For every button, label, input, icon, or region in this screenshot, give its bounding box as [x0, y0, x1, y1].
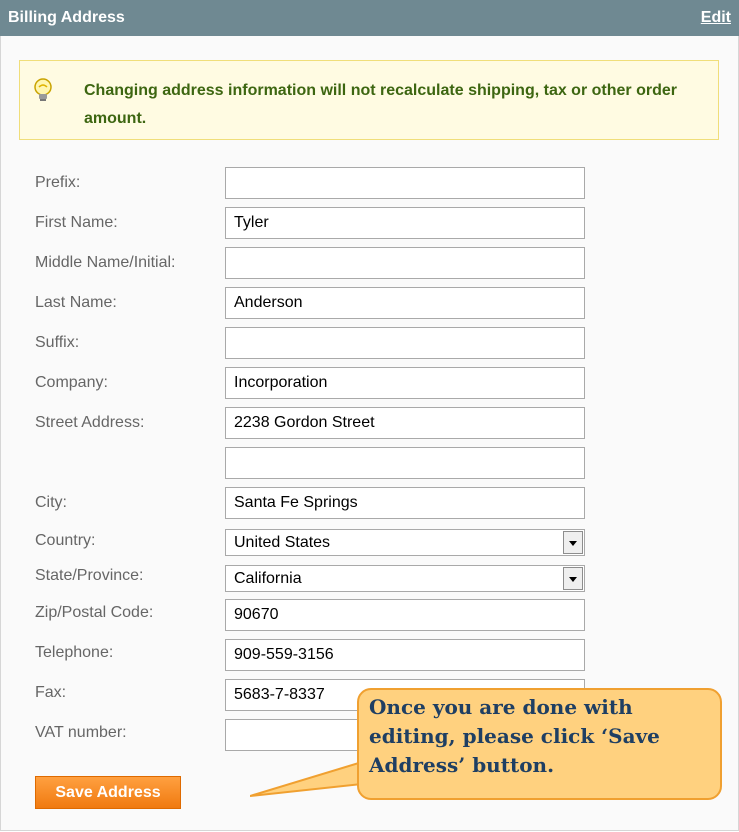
suffix-input[interactable]: [225, 327, 585, 359]
state-select[interactable]: California: [225, 565, 585, 592]
street-address-label: Street Address:: [35, 414, 145, 431]
panel-header: Billing Address Edit: [0, 0, 739, 36]
middle-name-label: Middle Name/Initial:: [35, 254, 176, 271]
country-selected-value: United States: [234, 534, 331, 551]
chevron-down-icon[interactable]: [563, 567, 583, 590]
city-label: City:: [35, 494, 67, 511]
prefix-input[interactable]: [225, 167, 585, 199]
panel-title: Billing Address: [8, 9, 125, 26]
telephone-input[interactable]: [225, 639, 585, 671]
notice-box: Changing address information will not re…: [19, 60, 719, 140]
callout-pointer: [250, 760, 363, 797]
last-name-input[interactable]: [225, 287, 585, 319]
city-input[interactable]: [225, 487, 585, 519]
prefix-label: Prefix:: [35, 174, 81, 191]
save-address-button[interactable]: Save Address: [35, 776, 181, 809]
company-label: Company:: [35, 374, 108, 391]
state-selected-value: California: [234, 570, 302, 587]
callout-text: Once you are done with editing, please c…: [369, 695, 660, 777]
street-address-line2-input[interactable]: [225, 447, 585, 479]
country-select[interactable]: United States: [225, 529, 585, 556]
state-label: State/Province:: [35, 567, 144, 584]
zip-input[interactable]: [225, 599, 585, 631]
first-name-label: First Name:: [35, 214, 118, 231]
instruction-callout: Once you are done with editing, please c…: [357, 688, 722, 800]
street-address-line1-input[interactable]: [225, 407, 585, 439]
edit-link[interactable]: Edit: [701, 9, 731, 27]
suffix-label: Suffix:: [35, 334, 80, 351]
fax-label: Fax:: [35, 684, 67, 701]
lightbulb-icon: [32, 77, 54, 108]
zip-label: Zip/Postal Code:: [35, 604, 154, 621]
first-name-input[interactable]: [225, 207, 585, 239]
vat-label: VAT number:: [35, 724, 127, 741]
telephone-label: Telephone:: [35, 644, 114, 661]
country-label: Country:: [35, 532, 96, 549]
company-input[interactable]: [225, 367, 585, 399]
notice-text: Changing address information will not re…: [84, 82, 677, 127]
middle-name-input[interactable]: [225, 247, 585, 279]
last-name-label: Last Name:: [35, 294, 117, 311]
chevron-down-icon[interactable]: [563, 531, 583, 554]
